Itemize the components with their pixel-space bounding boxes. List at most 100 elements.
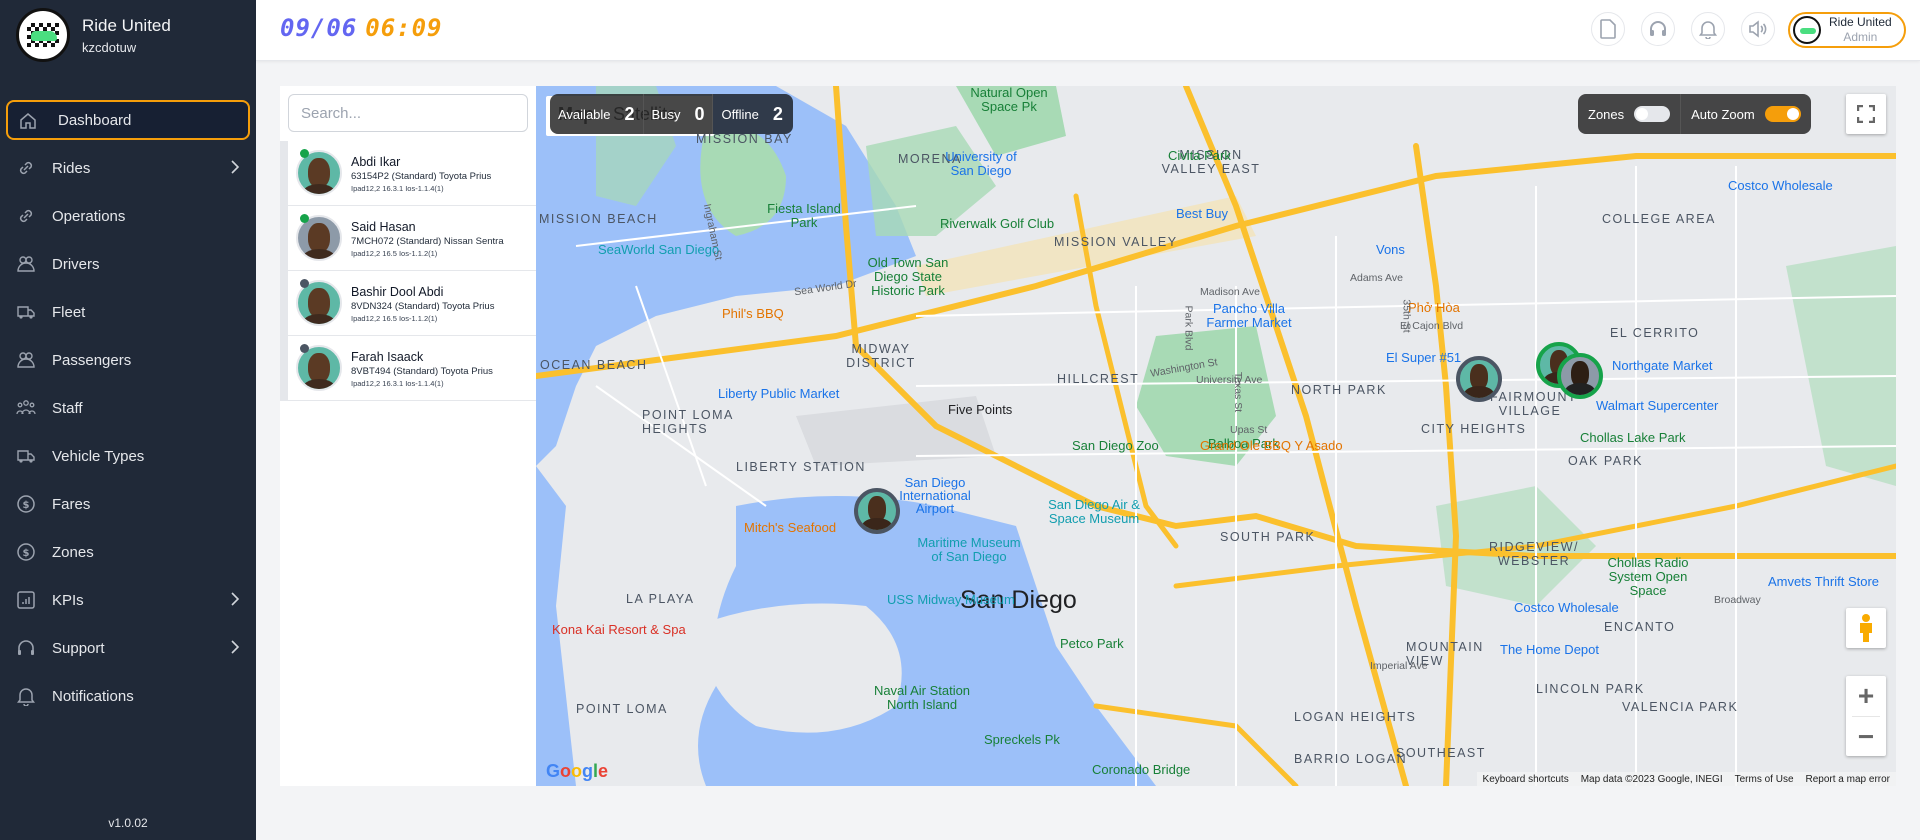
street-view-button[interactable]: [1846, 608, 1886, 648]
sidebar-item-passengers[interactable]: Passengers: [6, 340, 250, 380]
status-label: Busy: [651, 106, 681, 122]
map-label-park[interactable]: Chollas Radio System Open Space: [1598, 556, 1698, 598]
notifications-button[interactable]: [1691, 12, 1725, 46]
map-label-park[interactable]: Old Town San Diego State Historic Park: [858, 256, 958, 298]
map-label-blue[interactable]: Pancho Villa Farmer Market: [1194, 302, 1304, 330]
map-label-orange[interactable]: Phil's BBQ: [722, 306, 784, 321]
status-dot: [300, 279, 309, 288]
map-label-park[interactable]: Civita Park: [1168, 148, 1231, 163]
driver-marker[interactable]: [1557, 353, 1603, 399]
sidebar-item-fares[interactable]: $ Fares: [6, 484, 250, 524]
map-label-park[interactable]: Natural Open Space Pk: [954, 86, 1064, 114]
map-label-teal[interactable]: Maritime Museum of San Diego: [914, 536, 1024, 564]
sidebar-item-dashboard[interactable]: Dashboard: [6, 100, 250, 140]
driver-status-summary: Available 2 Busy 0 Offline 2: [550, 94, 793, 134]
map-label-blue[interactable]: Northgate Market: [1612, 358, 1712, 373]
sound-button[interactable]: [1741, 12, 1775, 46]
toggle-auto-zoom: Auto Zoom: [1680, 94, 1811, 134]
map-label-blue[interactable]: El Super #51: [1386, 350, 1461, 365]
profile-menu[interactable]: Ride United Admin: [1788, 12, 1906, 48]
map-label-teal[interactable]: SeaWorld San Diego: [598, 242, 719, 257]
driver-list-item[interactable]: Farah Isaack 8VBT494 (Standard) Toyota Pr…: [288, 336, 536, 401]
map-label-park[interactable]: Riverwalk Golf Club: [940, 216, 1054, 231]
map-label-hood: SOUTHEAST: [1396, 746, 1486, 760]
map-label-park[interactable]: Spreckels Pk: [984, 732, 1060, 747]
keyboard-shortcuts-link[interactable]: Keyboard shortcuts: [1477, 774, 1575, 785]
sidebar-item-fleet[interactable]: Fleet: [6, 292, 250, 332]
svg-text:$: $: [23, 500, 30, 511]
map-label-park[interactable]: Coronado Bridge: [1092, 762, 1190, 777]
map-label-teal[interactable]: San Diego Air & Space Museum: [1044, 498, 1144, 526]
driver-list-item[interactable]: Said Hasan 7MCH072 (Standard) Nissan Sent…: [288, 206, 536, 271]
driver-marker[interactable]: [854, 488, 900, 534]
map-label-hood: MISSION BAY: [696, 132, 793, 146]
map-label-orange[interactable]: Phở Hòa: [1408, 300, 1460, 315]
sidebar-item-label: Vehicle Types: [52, 447, 145, 465]
zoom-out-button[interactable]: −: [1846, 717, 1886, 757]
driver-list: Abdi Ikar 63154P2 (Standard) Toyota Prius…: [280, 141, 536, 401]
map-label-street: Five Points: [948, 402, 1013, 417]
svg-text:$: $: [23, 548, 30, 559]
sidebar-item-drivers[interactable]: Drivers: [6, 244, 250, 284]
sidebar-item-zones[interactable]: $ Zones: [6, 532, 250, 572]
driver-list-item[interactable]: Bashir Dool Abdi 8VDN324 (Standard) Toyot…: [288, 271, 536, 336]
map-label-blue[interactable]: Vons: [1376, 242, 1405, 257]
status-label: Available: [558, 106, 611, 122]
map-label-blue[interactable]: Amvets Thrift Store: [1768, 574, 1879, 589]
map-label-street: Upas St: [1230, 424, 1268, 436]
sidebar-item-rides[interactable]: Rides: [6, 148, 250, 188]
map-label-blue[interactable]: Walmart Supercenter: [1596, 398, 1718, 413]
map-label-blue[interactable]: Costco Wholesale: [1514, 600, 1619, 615]
terms-link[interactable]: Terms of Use: [1729, 774, 1800, 785]
toggle-switch[interactable]: [1764, 106, 1801, 122]
map-label-blue[interactable]: San Diego International Airport: [890, 476, 980, 515]
map-label-park[interactable]: Naval Air Station North Island: [872, 684, 972, 712]
driver-marker[interactable]: [1456, 356, 1502, 402]
sidebar-item-kpis[interactable]: KPIs: [6, 580, 250, 620]
map-label-park[interactable]: Petco Park: [1060, 636, 1124, 651]
map-label-orange[interactable]: Mitch's Seafood: [744, 520, 836, 535]
map-label-hood: OAK PARK: [1568, 454, 1643, 468]
driver-vehicle: 7MCH072 (Standard) Nissan Sentra: [351, 236, 504, 247]
map-label-park[interactable]: San Diego Zoo: [1072, 438, 1159, 453]
fullscreen-button[interactable]: [1846, 94, 1886, 134]
sidebar-item-operations[interactable]: Operations: [6, 196, 250, 236]
map-label-street: Madison Ave: [1200, 286, 1260, 298]
zoom-in-button[interactable]: +: [1846, 676, 1886, 716]
sidebar-item-staff[interactable]: Staff: [6, 388, 250, 428]
status-label: Offline: [721, 106, 759, 122]
truck-icon: [16, 446, 36, 466]
driver-device: Ipad12,2 16.5 Ios-1.1.2(1): [351, 249, 438, 258]
map-view[interactable]: Map Satellite San DiegoMISSION BAYMISSIO…: [536, 86, 1896, 786]
map-label-teal[interactable]: USS Midway Museum: [887, 592, 1015, 607]
sidebar-item-support[interactable]: Support: [6, 628, 250, 668]
map-label-red[interactable]: Kona Kai Resort & Spa: [552, 622, 686, 637]
map-label-street: Adams Ave: [1350, 272, 1403, 284]
report-error-link[interactable]: Report a map error: [1800, 774, 1896, 785]
map-label-hood: LINCOLN PARK: [1536, 682, 1645, 696]
status-dot: [300, 214, 309, 223]
bell-icon: [16, 686, 36, 706]
map-label-blue[interactable]: University of San Diego: [936, 150, 1026, 178]
documents-button[interactable]: [1591, 12, 1625, 46]
map-label-blue[interactable]: Liberty Public Market: [718, 386, 839, 401]
sidebar-item-notifications[interactable]: Notifications: [6, 676, 250, 716]
map-toggles: Zones Auto Zoom: [1578, 94, 1811, 134]
driver-list-item[interactable]: Abdi Ikar 63154P2 (Standard) Toyota Prius…: [288, 141, 536, 206]
sidebar-item-label: Dashboard: [58, 111, 132, 129]
map-label-orange[interactable]: Grand Ole BBQ Y Asado: [1200, 438, 1343, 453]
map-label-park[interactable]: Chollas Lake Park: [1580, 430, 1686, 445]
toggle-label: Zones: [1588, 106, 1625, 122]
map-label-blue[interactable]: The Home Depot: [1500, 642, 1599, 657]
map-label-hood: FAIRMOUNT VILLAGE: [1490, 390, 1578, 418]
map-label-park[interactable]: Fiesta Island Park: [764, 202, 844, 230]
support-button[interactable]: [1641, 12, 1675, 46]
map-label-blue[interactable]: Costco Wholesale: [1728, 178, 1833, 193]
toggle-switch[interactable]: [1634, 106, 1671, 122]
google-logo[interactable]: Google: [546, 761, 608, 782]
driver-search-input[interactable]: [288, 94, 528, 132]
map-label-hood: BARRIO LOGAN: [1294, 752, 1408, 766]
status-offline: Offline 2: [713, 94, 793, 134]
sidebar-item-vehicle-types[interactable]: Vehicle Types: [6, 436, 250, 476]
map-label-blue[interactable]: Best Buy: [1176, 206, 1228, 221]
